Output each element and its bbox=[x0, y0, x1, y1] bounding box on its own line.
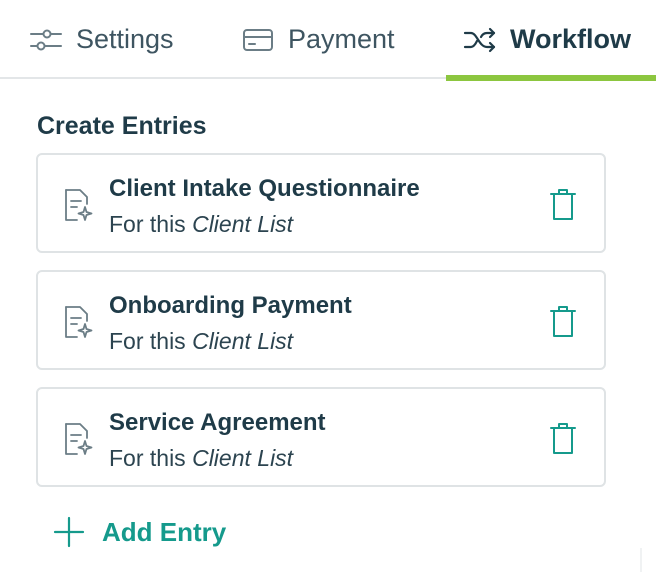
trash-icon[interactable] bbox=[548, 422, 578, 456]
entry-subtitle-target: Client List bbox=[192, 328, 294, 354]
entry-card[interactable]: Onboarding Payment For this Client List bbox=[36, 270, 606, 370]
plus-icon bbox=[52, 515, 86, 549]
add-entry-label: Add Entry bbox=[102, 516, 227, 547]
tab-label: Settings bbox=[76, 24, 174, 54]
entries-list: Client Intake Questionnaire For this Cli… bbox=[36, 153, 606, 504]
entry-subtitle: For this Client List bbox=[109, 211, 293, 238]
entry-subtitle-target: Client List bbox=[192, 445, 294, 471]
tab-label: Payment bbox=[288, 24, 395, 54]
trash-icon[interactable] bbox=[548, 305, 578, 339]
document-sparkle-icon bbox=[62, 187, 94, 223]
scrollbar[interactable] bbox=[640, 548, 642, 572]
entry-title: Onboarding Payment bbox=[109, 292, 352, 319]
shuffle-icon bbox=[462, 22, 498, 58]
active-tab-indicator bbox=[446, 75, 656, 81]
entry-subtitle: For this Client List bbox=[109, 328, 293, 355]
tab-bar: Settings Payment Workflow bbox=[0, 0, 656, 81]
tab-settings[interactable]: Settings bbox=[28, 0, 174, 79]
entry-subtitle-prefix: For this bbox=[109, 211, 186, 237]
tab-workflow[interactable]: Workflow bbox=[446, 0, 656, 81]
credit-card-icon bbox=[240, 22, 276, 58]
trash-icon[interactable] bbox=[548, 188, 578, 222]
tab-label: Workflow bbox=[510, 24, 631, 54]
entry-subtitle-target: Client List bbox=[192, 211, 294, 237]
add-entry-button[interactable]: Add Entry bbox=[52, 515, 226, 549]
entry-title: Client Intake Questionnaire bbox=[109, 175, 420, 202]
section-title: Create Entries bbox=[37, 112, 207, 140]
entry-card[interactable]: Client Intake Questionnaire For this Cli… bbox=[36, 153, 606, 253]
entry-subtitle-prefix: For this bbox=[109, 328, 186, 354]
tab-payment[interactable]: Payment bbox=[240, 0, 395, 79]
document-sparkle-icon bbox=[62, 421, 94, 457]
entry-subtitle: For this Client List bbox=[109, 445, 293, 472]
sliders-icon bbox=[28, 22, 64, 58]
document-sparkle-icon bbox=[62, 304, 94, 340]
entry-title: Service Agreement bbox=[109, 409, 326, 436]
entry-card[interactable]: Service Agreement For this Client List bbox=[36, 387, 606, 487]
entry-subtitle-prefix: For this bbox=[109, 445, 186, 471]
